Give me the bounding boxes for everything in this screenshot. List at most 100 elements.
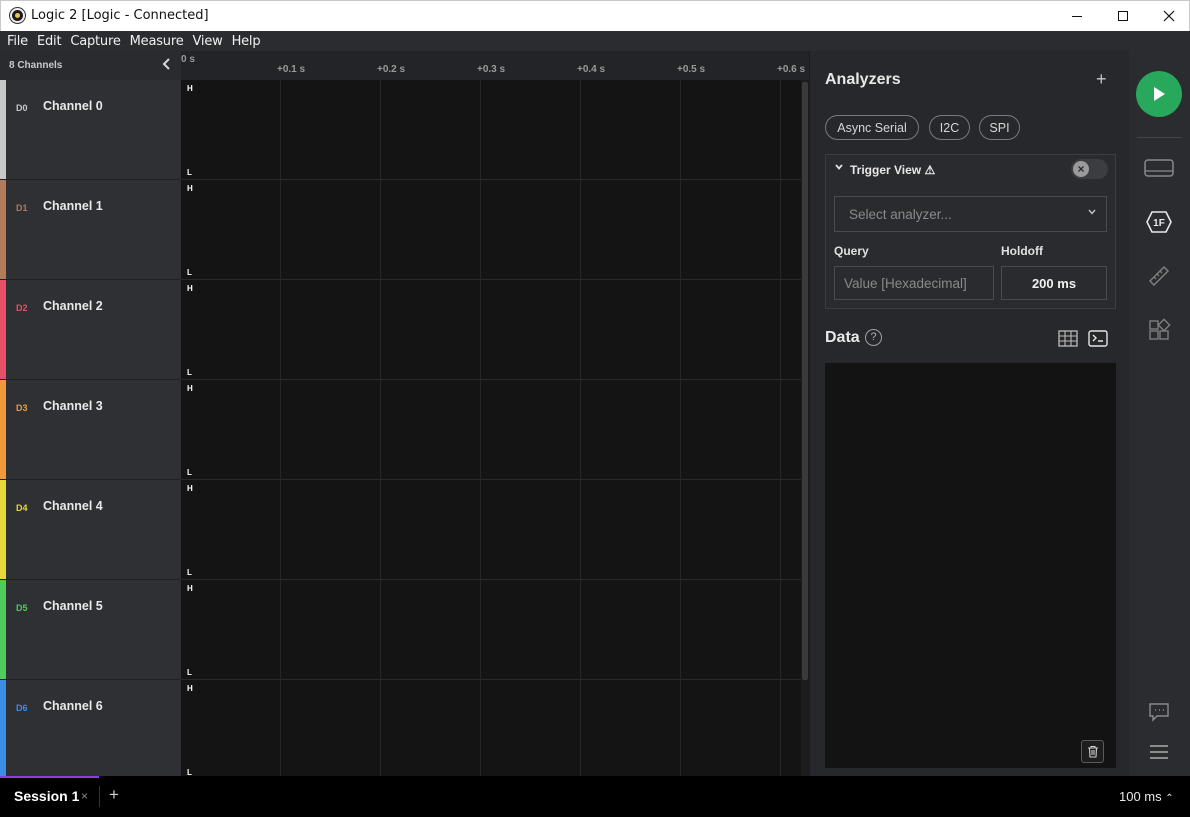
lane-high-label: H <box>187 384 193 393</box>
trigger-1f-icon: 1F <box>1146 211 1172 233</box>
app-window: Logic 2 [Logic - Connected] File Edit Ca… <box>0 0 1190 817</box>
holdoff-input[interactable]: 200 ms <box>1001 266 1107 300</box>
menu-capture[interactable]: Capture <box>70 34 120 49</box>
channel-color-stripe <box>0 380 6 479</box>
channel-tag: D3 <box>16 403 28 413</box>
lane-high-label: H <box>187 184 193 193</box>
waveform-view[interactable]: 0 s +0.1 s +0.2 s +0.3 s +0.4 s +0.5 s +… <box>181 51 809 780</box>
lane-high-label: H <box>187 84 193 93</box>
channel-panel-header: 8 Channels <box>0 51 181 80</box>
title-bar: Logic 2 [Logic - Connected] <box>0 0 1190 31</box>
quick-add-i2c[interactable]: I2C <box>929 115 970 140</box>
close-session-button[interactable]: × <box>81 789 88 803</box>
channel-row[interactable]: D3 Channel 3 <box>0 380 181 480</box>
close-window-button[interactable] <box>1146 1 1190 31</box>
feedback-icon <box>1149 703 1169 722</box>
trigger-view-toggle[interactable]: × <box>1071 159 1108 179</box>
main-menu-button[interactable] <box>1143 739 1175 765</box>
analyzer-select[interactable]: Select analyzer... <box>834 196 1107 232</box>
menu-icon <box>1150 745 1168 759</box>
channel-color-stripe <box>0 580 6 679</box>
measure-button[interactable] <box>1143 263 1175 289</box>
table-icon <box>1058 330 1078 347</box>
trigger-view-expand[interactable] <box>834 162 844 175</box>
channel-name[interactable]: Channel 3 <box>43 399 103 413</box>
channel-tag: D5 <box>16 603 28 613</box>
menu-file[interactable]: File <box>7 34 28 49</box>
terminal-view-button[interactable] <box>1088 330 1108 347</box>
add-analyzer-button[interactable]: + <box>1096 69 1107 90</box>
channel-name[interactable]: Channel 6 <box>43 699 103 713</box>
lane-low-label: L <box>187 268 192 277</box>
lane-low-label: L <box>187 668 192 677</box>
channel-row[interactable]: D2 Channel 2 <box>0 280 181 380</box>
extensions-button[interactable] <box>1143 317 1175 343</box>
data-output-box[interactable] <box>825 363 1116 768</box>
start-capture-button[interactable] <box>1136 71 1182 117</box>
menu-edit[interactable]: Edit <box>37 34 62 49</box>
timescale-selector[interactable]: 100 ms ⌃ <box>1119 789 1174 804</box>
trigger-button[interactable]: 1F <box>1143 209 1175 235</box>
trigger-view-label: Trigger View ⚠ <box>850 163 935 177</box>
waveform-scrollbar[interactable] <box>801 80 809 776</box>
ruler-tick: +0.4 s <box>577 64 606 75</box>
minimize-button[interactable] <box>1054 1 1100 31</box>
menu-measure[interactable]: Measure <box>130 34 184 49</box>
quick-add-async-serial[interactable]: Async Serial <box>825 115 919 140</box>
grid-line <box>780 80 781 776</box>
grid-line <box>480 80 481 776</box>
lane-high-label: H <box>187 284 193 293</box>
scrollbar-thumb[interactable] <box>802 82 808 680</box>
menu-help[interactable]: Help <box>232 34 261 49</box>
waveform-lane[interactable]: HL <box>181 380 801 480</box>
ruler-tick: +0.6 s <box>777 64 806 75</box>
data-help-icon[interactable]: ? <box>865 329 882 346</box>
table-view-button[interactable] <box>1058 330 1078 347</box>
trigger-view-section: Trigger View ⚠ × Select analyzer... Quer… <box>825 154 1116 309</box>
lane-low-label: L <box>187 168 192 177</box>
waveform-lane[interactable]: HL <box>181 680 801 780</box>
waveform-lane[interactable]: HL <box>181 580 801 680</box>
channel-name[interactable]: Channel 1 <box>43 199 103 213</box>
tab-divider <box>99 786 100 807</box>
channel-name[interactable]: Channel 0 <box>43 99 103 113</box>
channel-name[interactable]: Channel 4 <box>43 499 103 513</box>
channel-row[interactable]: D5 Channel 5 <box>0 580 181 680</box>
channel-row[interactable]: D0 Channel 0 <box>0 80 181 180</box>
analyzers-panel: Analyzers + Async Serial I2C SPI Trigger… <box>809 51 1129 776</box>
add-session-button[interactable]: + <box>109 785 119 805</box>
query-input[interactable]: Value [Hexadecimal] <box>834 266 994 300</box>
session-tab[interactable]: Session 1 <box>14 788 79 804</box>
quick-add-spi[interactable]: SPI <box>979 115 1020 140</box>
channel-row[interactable]: D4 Channel 4 <box>0 480 181 580</box>
channel-row[interactable]: D6 Channel 6 <box>0 680 181 780</box>
device-settings-button[interactable] <box>1143 155 1175 181</box>
device-icon <box>1144 159 1174 177</box>
warning-icon: ⚠ <box>924 163 936 177</box>
maximize-button[interactable] <box>1100 1 1146 31</box>
ruler-zero-label: 0 s <box>181 54 195 65</box>
channel-name[interactable]: Channel 5 <box>43 599 103 613</box>
feedback-button[interactable] <box>1143 699 1175 725</box>
waveform-lane[interactable]: HL <box>181 280 801 380</box>
time-ruler[interactable]: 0 s +0.1 s +0.2 s +0.3 s +0.4 s +0.5 s +… <box>181 51 809 80</box>
clear-data-button[interactable] <box>1081 740 1104 763</box>
channel-color-stripe <box>0 180 6 279</box>
waveform-lane[interactable]: HL <box>181 180 801 280</box>
channel-color-stripe <box>0 680 6 779</box>
chevron-down-icon <box>1087 206 1097 220</box>
holdoff-label: Holdoff <box>1001 244 1043 258</box>
menu-view[interactable]: View <box>193 34 223 49</box>
collapse-panel-button[interactable] <box>161 57 175 73</box>
channel-color-stripe <box>0 480 6 579</box>
window-title: Logic 2 [Logic - Connected] <box>31 8 209 23</box>
trigger-view-label-text: Trigger View <box>850 163 922 177</box>
channel-row[interactable]: D1 Channel 1 <box>0 180 181 280</box>
waveform-lane[interactable]: HL <box>181 480 801 580</box>
toggle-off-icon: × <box>1073 161 1089 177</box>
waveform-lane[interactable]: HL <box>181 80 801 180</box>
ruler-tick: +0.3 s <box>477 64 506 75</box>
chevron-down-icon <box>835 164 843 170</box>
channel-name[interactable]: Channel 2 <box>43 299 103 313</box>
play-icon <box>1154 87 1165 101</box>
